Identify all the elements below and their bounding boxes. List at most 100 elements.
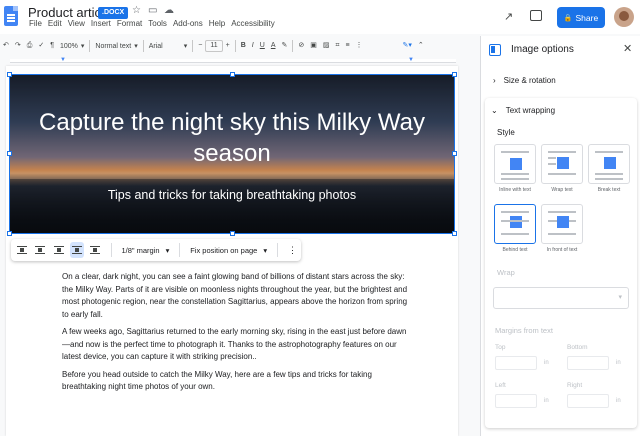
style-wrap-text[interactable] <box>541 144 583 184</box>
resize-handle[interactable] <box>452 72 457 77</box>
link-icon[interactable]: ⊘ <box>295 36 307 56</box>
close-icon[interactable]: ✕ <box>623 42 632 55</box>
toolbar-divider <box>192 40 194 52</box>
more-options-icon[interactable]: ⋮ <box>288 245 297 256</box>
right-margin-input[interactable] <box>567 394 609 408</box>
resize-handle[interactable] <box>7 72 12 77</box>
comment-icon[interactable]: ▣ <box>307 36 320 56</box>
chevron-down-icon: ⌄ <box>491 106 498 115</box>
menu-insert[interactable]: Insert <box>91 19 111 28</box>
move-folder-icon[interactable]: ▭ <box>148 5 157 17</box>
resize-handle[interactable] <box>230 72 235 77</box>
wrap-dropdown[interactable]: ▾ <box>493 287 629 309</box>
share-button[interactable]: 🔒 Share <box>557 7 605 28</box>
wrap-text-icon[interactable] <box>33 242 47 258</box>
chevron-down-icon: ▾ <box>183 43 188 50</box>
unit-label: in <box>616 398 621 404</box>
decrease-font-size-button[interactable]: − <box>195 36 205 56</box>
style-caption: Behind text <box>502 247 528 253</box>
paint-format-icon[interactable]: ¶ <box>47 36 57 56</box>
crop-icon[interactable]: ⌗ <box>332 36 342 56</box>
chevron-down-icon: ▾ <box>263 245 268 255</box>
spellcheck-icon[interactable]: ✓ <box>35 36 47 56</box>
menu-view[interactable]: View <box>68 19 85 28</box>
paragraph: Before you head outside to catch the Mil… <box>62 369 372 392</box>
chevron-down-icon: ▾ <box>165 245 170 255</box>
text-color-icon[interactable]: A <box>268 36 279 56</box>
zoom-select[interactable]: 100% ▾ <box>57 42 87 51</box>
more-icon[interactable]: ⋮ <box>353 36 366 56</box>
undo-icon[interactable]: ↶ <box>0 36 12 56</box>
resize-handle[interactable] <box>7 231 12 236</box>
margin-value: 1/8" margin <box>121 245 160 255</box>
font-value: Arial <box>148 42 163 50</box>
activity-trend-icon[interactable]: ↗ <box>504 10 513 23</box>
margin-select[interactable]: 1/8" margin ▾ <box>115 246 175 255</box>
toolbar-divider <box>277 243 279 257</box>
toolbar-divider <box>234 40 236 52</box>
toolbar-divider <box>179 243 181 257</box>
resize-handle[interactable] <box>7 151 12 156</box>
left-margin-input[interactable] <box>495 394 537 408</box>
docs-logo-icon[interactable] <box>4 6 18 26</box>
style-inline-with-text[interactable] <box>494 144 536 184</box>
share-label: Share <box>575 12 599 23</box>
menu-tools[interactable]: Tools <box>148 19 167 28</box>
hero-image[interactable]: Capture the night sky this Milky Way sea… <box>9 74 455 234</box>
italic-icon[interactable]: I <box>249 36 257 56</box>
menu-accessibility[interactable]: Accessibility <box>231 19 275 28</box>
size-rotation-section[interactable]: › Size & rotation <box>487 69 635 91</box>
position-select[interactable]: Fix position on page ▾ <box>184 246 273 255</box>
menu-addons[interactable]: Add-ons <box>173 19 203 28</box>
collapse-icon[interactable]: ⌃ <box>415 36 427 56</box>
formatting-toolbar: ↶ ↷ ⎙ ✓ ¶ 100% ▾ Normal text ▾ Arial ▾ − 11… <box>0 36 478 56</box>
menu-edit[interactable]: Edit <box>48 19 62 28</box>
style-behind-text[interactable] <box>494 204 536 244</box>
hero-subtitle: Tips and tricks for taking breathtaking … <box>107 188 357 202</box>
text-wrapping-header[interactable]: ⌄ Text wrapping <box>491 106 555 115</box>
cloud-status-icon[interactable]: ☁ <box>164 5 174 17</box>
document-body[interactable]: On a clear, dark night, you can see a fa… <box>62 271 412 399</box>
insert-image-icon[interactable]: ▨ <box>320 36 333 56</box>
print-icon[interactable]: ⎙ <box>24 36 36 56</box>
menu-file[interactable]: File <box>29 19 42 28</box>
menu-format[interactable]: Format <box>117 19 142 28</box>
behind-text-icon[interactable] <box>69 242 85 258</box>
image-options-icon <box>489 44 501 56</box>
resize-handle[interactable] <box>230 231 235 236</box>
font-size-input[interactable]: 11 <box>205 40 223 52</box>
font-select[interactable]: Arial ▾ <box>146 42 191 51</box>
comments-icon[interactable] <box>530 10 542 21</box>
underline-icon[interactable]: U <box>257 36 268 56</box>
indent-marker-icon[interactable]: ▼ <box>60 57 66 63</box>
star-icon[interactable]: ☆ <box>132 5 141 17</box>
in-front-of-text-icon[interactable] <box>88 242 102 258</box>
paragraph-style-select[interactable]: Normal text ▾ <box>92 42 140 51</box>
style-in-front-of-text[interactable] <box>541 204 583 244</box>
bottom-margin-input[interactable] <box>567 356 609 370</box>
style-caption: In front of text <box>546 247 578 253</box>
image-options-icon[interactable]: ≡ <box>342 36 352 56</box>
resize-handle[interactable] <box>452 151 457 156</box>
bold-icon[interactable]: B <box>238 36 249 56</box>
right-label: Right <box>567 382 583 389</box>
toolbar-divider <box>89 40 91 52</box>
editing-mode-icon[interactable]: ✎▾ <box>400 36 415 56</box>
avatar[interactable] <box>614 7 634 27</box>
top-margin-input[interactable] <box>495 356 537 370</box>
ruler[interactable]: ▼ ▼ <box>0 57 478 65</box>
text-wrapping-label: Text wrapping <box>505 106 556 115</box>
menu-help[interactable]: Help <box>209 19 225 28</box>
right-indent-marker-icon[interactable]: ▼ <box>408 57 414 63</box>
break-text-icon[interactable] <box>52 242 66 258</box>
increase-font-size-button[interactable]: + <box>223 36 233 56</box>
app-header: Product article .DOCX ☆ ▭ ☁ File Edit Vi… <box>0 0 640 34</box>
highlight-icon[interactable]: ✎ <box>278 36 290 56</box>
redo-icon[interactable]: ↷ <box>12 36 24 56</box>
ruler-track <box>10 59 456 63</box>
style-break-text[interactable] <box>588 144 630 184</box>
resize-handle[interactable] <box>452 231 457 236</box>
text-wrapping-section: ⌄ Text wrapping Style Inline with text W… <box>485 98 637 428</box>
top-label: Top <box>495 344 506 351</box>
inline-wrap-icon[interactable] <box>15 242 29 258</box>
